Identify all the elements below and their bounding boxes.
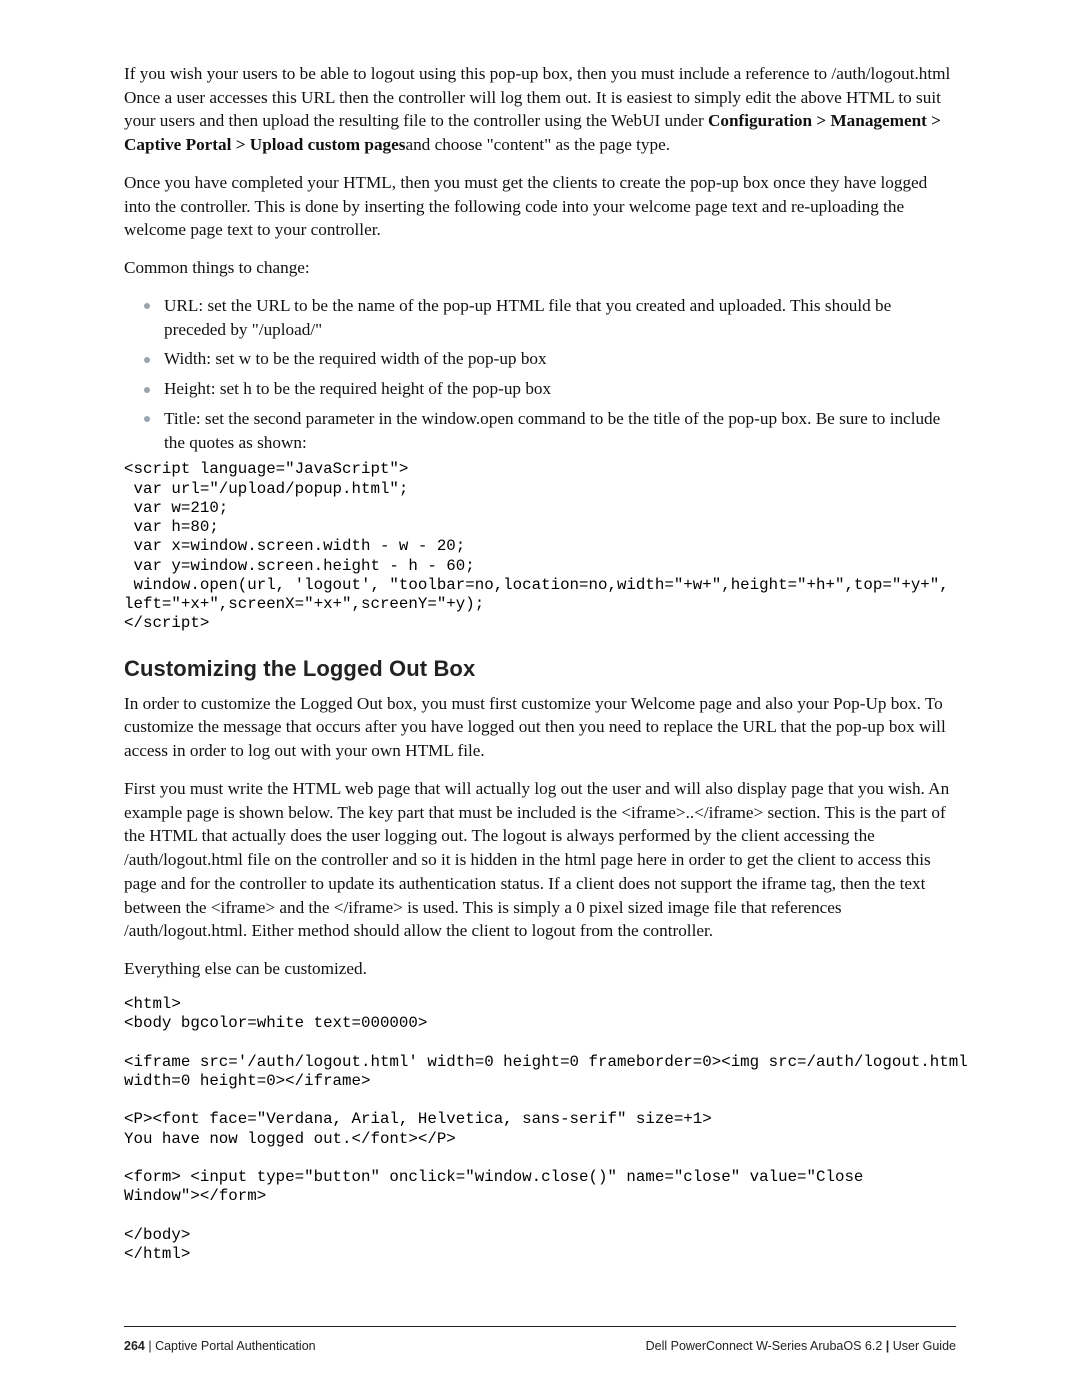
footer-separator bbox=[124, 1326, 956, 1327]
page: If you wish your users to be able to log… bbox=[0, 0, 1080, 1397]
list-item: Title: set the second parameter in the w… bbox=[146, 407, 956, 454]
paragraph: First you must write the HTML web page t… bbox=[124, 777, 956, 943]
code-block-logout-html: <html> <body bgcolor=white text=000000> … bbox=[124, 995, 956, 1265]
paragraph-lead: Common things to change: bbox=[124, 256, 956, 280]
text: and choose "content" as the page type. bbox=[405, 135, 670, 154]
paragraph: Once you have completed your HTML, then … bbox=[124, 171, 956, 242]
paragraph: In order to customize the Logged Out box… bbox=[124, 692, 956, 763]
page-footer: 264 | Captive Portal Authentication Dell… bbox=[124, 1339, 956, 1353]
bullet-list: URL: set the URL to be the name of the p… bbox=[124, 294, 956, 454]
footer-right: Dell PowerConnect W-Series ArubaOS 6.2 |… bbox=[646, 1339, 956, 1353]
footer-product: Dell PowerConnect W-Series ArubaOS 6.2 bbox=[646, 1339, 883, 1353]
section-heading: Customizing the Logged Out Box bbox=[124, 656, 956, 682]
page-number: 264 bbox=[124, 1339, 145, 1353]
footer-left: 264 | Captive Portal Authentication bbox=[124, 1339, 316, 1353]
paragraph: Everything else can be customized. bbox=[124, 957, 956, 981]
footer-pipe: | bbox=[886, 1339, 893, 1353]
list-item: Width: set w to be the required width of… bbox=[146, 347, 956, 371]
list-item: URL: set the URL to be the name of the p… bbox=[146, 294, 956, 341]
footer-section-title: Captive Portal Authentication bbox=[155, 1339, 316, 1353]
code-block-popup-script: <script language="JavaScript"> var url="… bbox=[124, 460, 956, 633]
paragraph-intro: If you wish your users to be able to log… bbox=[124, 62, 956, 157]
footer-doc-type: User Guide bbox=[893, 1339, 956, 1353]
list-item: Height: set h to be the required height … bbox=[146, 377, 956, 401]
